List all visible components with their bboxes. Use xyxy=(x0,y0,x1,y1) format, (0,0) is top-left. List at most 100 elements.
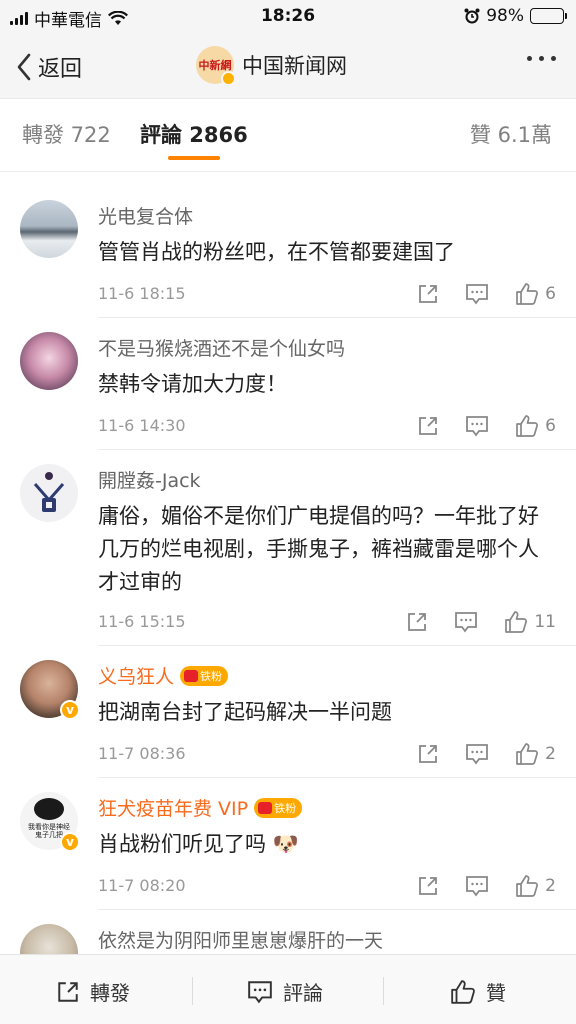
verified-badge-icon xyxy=(221,71,236,86)
comment-actions: 2 xyxy=(417,874,556,898)
username-text: 光电复合体 xyxy=(98,206,194,228)
battery-percent: 98% xyxy=(486,6,524,26)
navigation-bar: 返回 中新網 中国新闻网 xyxy=(0,34,576,98)
comment-list[interactable]: 光电复合体 管管肖战的粉丝吧，在不管都要建国了 11-6 18:15 6 不是马… xyxy=(0,164,576,954)
account-header[interactable]: 中新網 中国新闻网 xyxy=(196,46,347,86)
comment-icon xyxy=(248,980,272,1003)
fan-badge-label: 铁粉 xyxy=(274,801,297,815)
comment-username[interactable]: 光电复合体 xyxy=(98,202,193,229)
battery-icon xyxy=(530,8,567,24)
like-button[interactable]: 贊 xyxy=(450,977,506,1006)
thumbs-up-icon xyxy=(505,611,528,633)
active-tab-indicator xyxy=(168,156,220,160)
comment-actions: 2 xyxy=(417,742,556,766)
comment-username[interactable]: 狂犬疫苗年费 VIP 铁粉 xyxy=(98,794,303,821)
share-button[interactable] xyxy=(417,743,439,765)
thumbs-up-icon xyxy=(451,979,475,1004)
reply-button[interactable] xyxy=(465,875,489,897)
partial-comment-row xyxy=(0,164,576,172)
comment-username[interactable]: 义乌狂人 铁粉 xyxy=(98,662,229,689)
avatar[interactable] xyxy=(20,924,78,954)
comment-icon xyxy=(466,284,489,305)
crown-icon xyxy=(258,801,273,814)
repost-label: 轉發 xyxy=(90,981,130,1005)
avatar[interactable] xyxy=(20,464,78,522)
thumbs-up-icon xyxy=(516,875,539,897)
comment-text: 把湖南台封了起码解决一半问题 xyxy=(98,700,392,724)
comment-icon xyxy=(466,744,489,765)
share-button[interactable] xyxy=(406,611,428,633)
share-icon xyxy=(419,285,438,303)
fan-badge-label: 铁粉 xyxy=(200,669,223,683)
comment-text: 管管肖战的粉丝吧，在不管都要建国了 xyxy=(98,240,455,264)
like-button[interactable]: 6 xyxy=(515,282,556,306)
reply-button[interactable] xyxy=(465,415,489,437)
panda-face-icon xyxy=(34,798,64,820)
thumbs-up-icon xyxy=(516,743,539,765)
repost-button[interactable]: 轉發 xyxy=(56,977,130,1006)
comment-actions: 6 xyxy=(417,282,556,306)
account-avatar: 中新網 xyxy=(196,46,236,86)
comment-icon xyxy=(466,416,489,437)
reply-button[interactable] xyxy=(465,743,489,765)
share-icon xyxy=(419,745,438,763)
comment-button[interactable]: 評論 xyxy=(247,977,323,1006)
avatar[interactable] xyxy=(20,332,78,390)
comment-actions: 11 xyxy=(406,610,556,634)
like-button[interactable]: 2 xyxy=(515,742,556,766)
status-bar: 中華電信 18:26 98% xyxy=(0,0,576,34)
share-button[interactable] xyxy=(417,415,439,437)
share-icon xyxy=(408,613,427,631)
share-icon xyxy=(419,417,438,435)
comment-text: 肖战粉们听见了吗 🐶 xyxy=(98,832,299,856)
like-count: 6 xyxy=(545,284,556,304)
comment-item: 我看你是神经 鬼子几把 v 狂犬疫苗年费 VIP 铁粉 肖战粉们听见了吗 🐶 1… xyxy=(0,778,576,910)
like-label: 贊 xyxy=(486,981,506,1005)
thumbs-up-icon xyxy=(516,415,539,437)
more-options-icon[interactable] xyxy=(527,56,556,61)
username-text: 狂犬疫苗年费 VIP xyxy=(98,798,249,820)
username-text: 開膛姦-Jack xyxy=(98,470,201,492)
like-count: 6 xyxy=(545,416,556,436)
thumbs-up-icon xyxy=(516,283,539,305)
comment-username[interactable]: 不是马猴烧酒还不是个仙女吗 xyxy=(98,334,345,361)
share-icon xyxy=(419,877,438,895)
reply-button[interactable] xyxy=(454,611,478,633)
avatar[interactable]: v xyxy=(20,660,80,720)
comment-icon xyxy=(455,612,478,633)
back-label: 返回 xyxy=(38,57,83,82)
comment-label: 評論 xyxy=(283,981,323,1005)
username-text: 依然是为阴阳师里崽崽爆肝的一天 xyxy=(98,930,384,952)
comment-timestamp: 11-7 08:20 xyxy=(98,876,186,895)
comment-username[interactable]: 開膛姦-Jack xyxy=(98,466,201,493)
comment-timestamp: 11-7 08:36 xyxy=(98,744,186,763)
comment-item: 光电复合体 管管肖战的粉丝吧，在不管都要建国了 11-6 18:15 6 xyxy=(0,186,576,318)
verified-badge-icon: v xyxy=(60,700,80,720)
comment-text: 庸俗，媚俗不是你们广电提倡的吗？一年批了好几万的烂电视剧，手撕鬼子，裤裆藏雷是哪… xyxy=(98,504,539,594)
back-button[interactable]: 返回 xyxy=(16,51,82,83)
share-button[interactable] xyxy=(417,283,439,305)
crown-icon xyxy=(184,669,199,682)
like-button[interactable]: 2 xyxy=(515,874,556,898)
alarm-icon xyxy=(464,8,480,24)
verified-badge-icon: v xyxy=(60,832,80,852)
like-button[interactable]: 11 xyxy=(504,610,556,634)
like-count: 11 xyxy=(534,612,556,632)
tab-comments[interactable]: 評論 2866 xyxy=(140,119,248,149)
avatar-figure-icon xyxy=(33,472,65,512)
bottom-action-bar: 轉發 評論 贊 xyxy=(0,954,576,1024)
like-button[interactable]: 6 xyxy=(515,414,556,438)
tab-reposts[interactable]: 轉發 722 xyxy=(22,119,111,149)
avatar[interactable]: 我看你是神经 鬼子几把 v xyxy=(20,792,80,852)
like-count: 2 xyxy=(545,744,556,764)
reply-button[interactable] xyxy=(465,283,489,305)
comment-item: 依然是为阴阳师里崽崽爆肝的一天 xyxy=(0,910,576,954)
status-right: 98% xyxy=(464,6,567,26)
avatar[interactable] xyxy=(20,200,78,258)
comment-item: 不是马猴烧酒还不是个仙女吗 禁韩令请加大力度！ 11-6 14:30 6 xyxy=(0,318,576,450)
share-button[interactable] xyxy=(417,875,439,897)
comment-username[interactable]: 依然是为阴阳师里崽崽爆肝的一天 xyxy=(98,926,383,953)
tab-likes[interactable]: 贊 6.1萬 xyxy=(470,119,552,149)
fan-badge: 铁粉 xyxy=(180,665,229,686)
like-count: 2 xyxy=(545,876,556,896)
